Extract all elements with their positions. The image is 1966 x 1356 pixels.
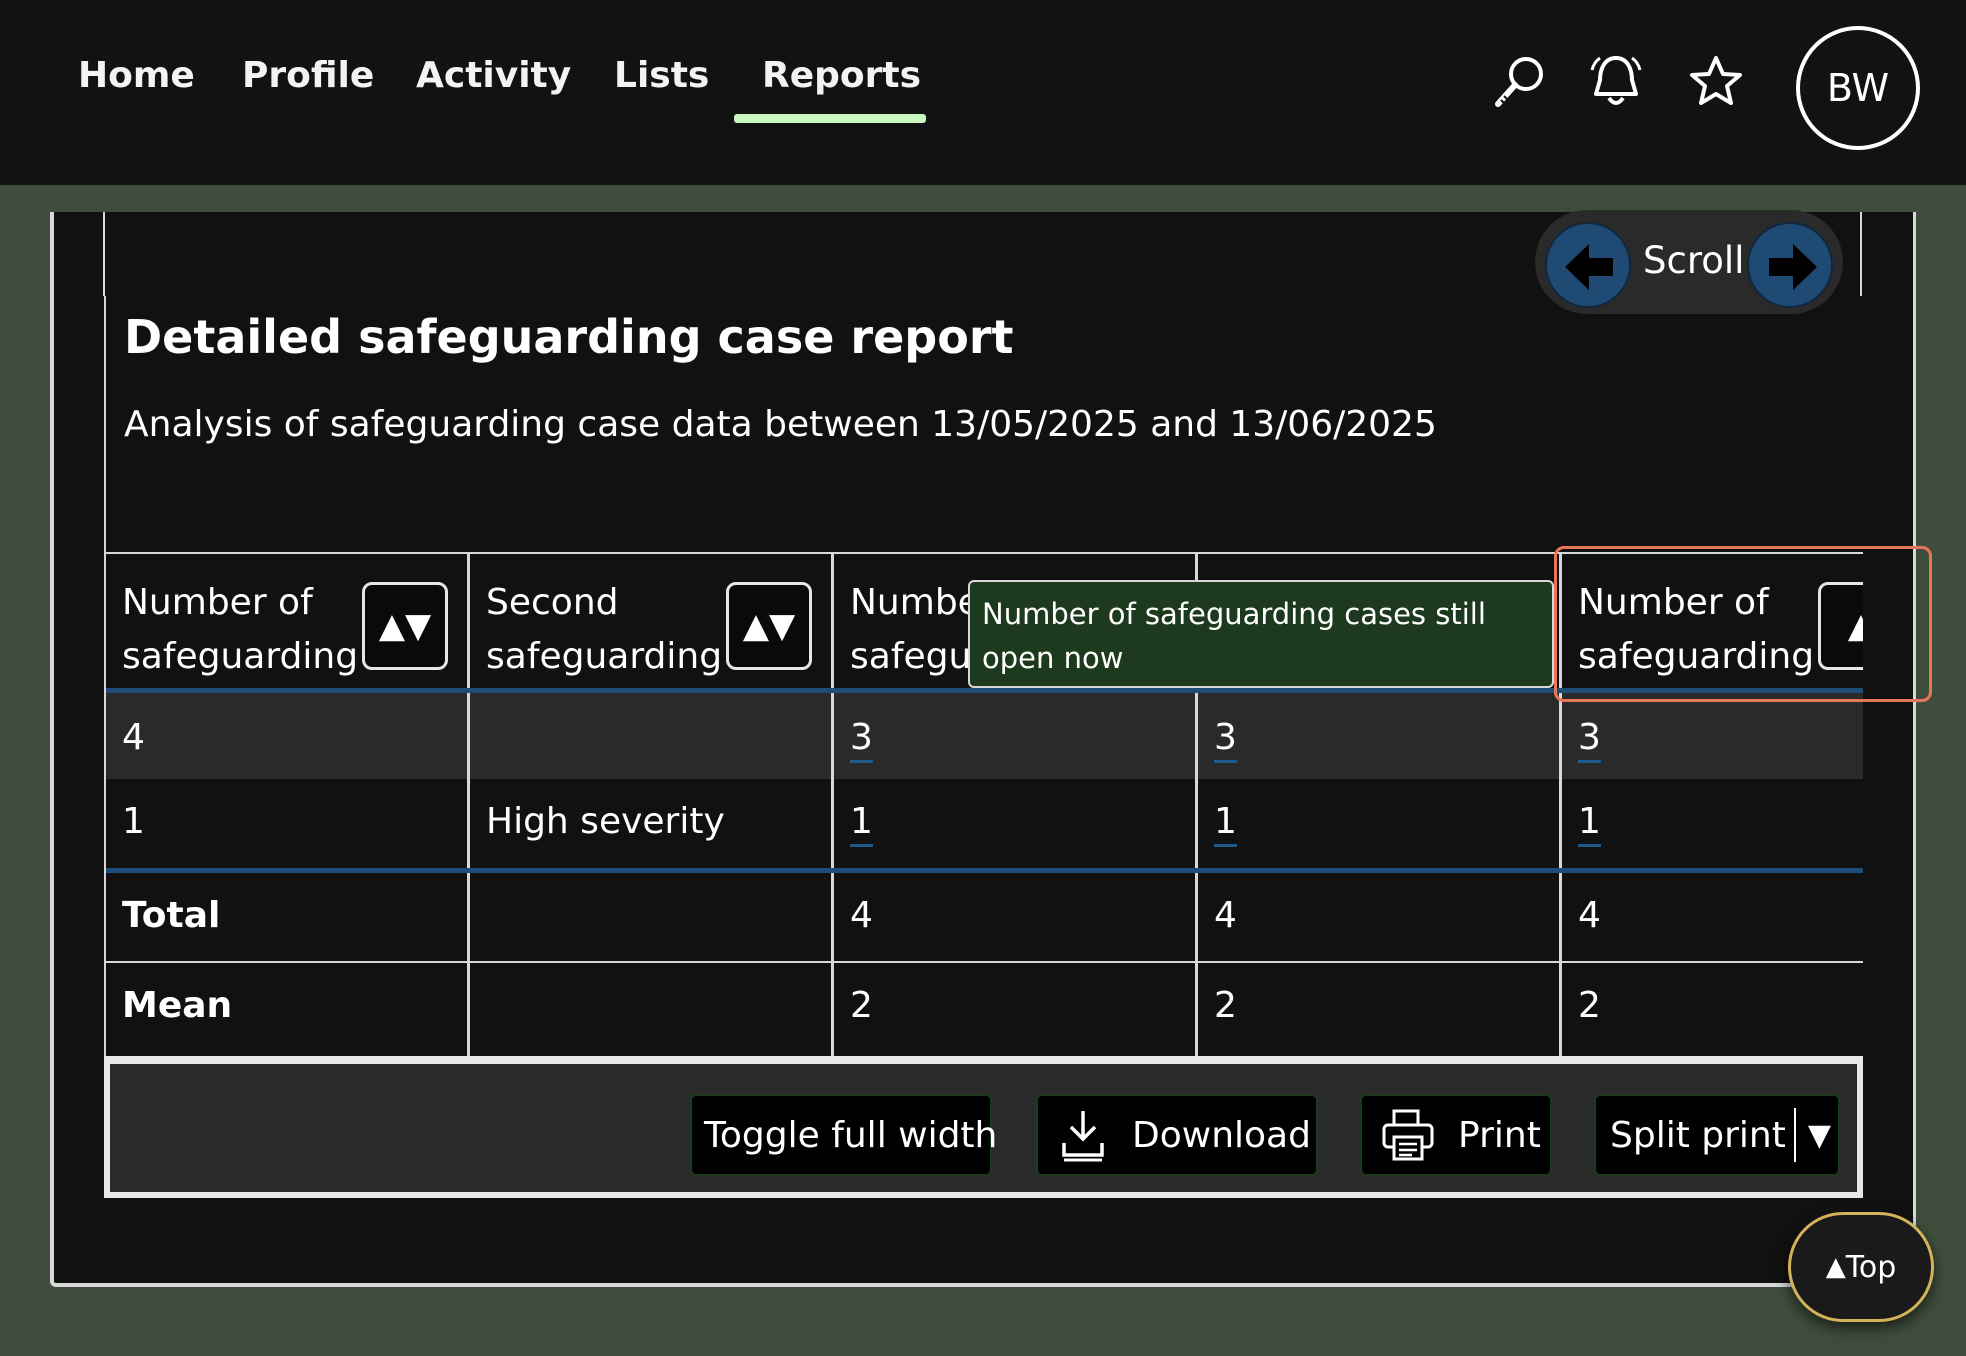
download-button[interactable]: Download <box>1036 1094 1318 1176</box>
table-cell: 4 <box>106 693 470 779</box>
scroll-left-button[interactable] <box>1545 222 1631 308</box>
nav-lists[interactable]: Lists <box>614 55 709 96</box>
table-cell <box>470 873 834 961</box>
print-button[interactable]: Print <box>1360 1094 1552 1176</box>
split-print-button[interactable]: Split print ▼ <box>1594 1094 1840 1176</box>
bell-icon[interactable] <box>1586 52 1646 112</box>
arrow-up-icon: ▲ <box>1825 1252 1846 1282</box>
table-cell-link[interactable]: 1 <box>1198 779 1562 869</box>
table-cell: 2 <box>1578 985 1601 1026</box>
user-avatar[interactable]: BW <box>1796 26 1920 150</box>
nav-home[interactable]: Home <box>78 55 195 96</box>
top-navigation-bar: Home Profile Activity Lists Reports BW <box>0 0 1966 185</box>
table-cell-link[interactable]: 3 <box>1198 693 1562 779</box>
table-cell-link[interactable]: 3 <box>834 693 1198 779</box>
table-cell: 4 <box>1578 895 1601 936</box>
table-cell: 2 <box>834 963 1198 1056</box>
column-tooltip: Number of safeguarding cases still open … <box>968 580 1554 688</box>
scroll-label: Scroll <box>1643 239 1745 282</box>
sort-arrows-icon: ▲▼ <box>742 606 796 646</box>
toggle-full-width-label: Toggle full width <box>704 1114 998 1156</box>
column-header[interactable]: Second safeguarding ▲▼ <box>470 552 834 692</box>
table-cell: 1 <box>106 779 470 869</box>
table-cell: 4 <box>834 873 1198 961</box>
back-to-top-button[interactable]: ▲ Top <box>1788 1212 1934 1322</box>
download-icon <box>1062 1111 1104 1162</box>
print-label: Print <box>1458 1114 1541 1156</box>
table-row: 1 High severity 1 1 1 <box>106 779 1863 869</box>
split-print-label: Split print <box>1610 1114 1786 1156</box>
summary-row-mean: Mean 2 2 2 <box>106 963 1863 1056</box>
split-divider <box>1793 1108 1796 1162</box>
back-to-top-label: Top <box>1845 1249 1897 1285</box>
printer-icon <box>1382 1109 1434 1161</box>
report-subtitle: Analysis of safeguarding case data betwe… <box>124 404 1437 445</box>
table-cell: High severity <box>470 779 834 869</box>
download-label: Download <box>1132 1114 1311 1156</box>
table-cell <box>470 963 834 1056</box>
search-icon[interactable] <box>1490 52 1550 112</box>
summary-label: Mean <box>106 963 470 1056</box>
table-cell-link[interactable]: 1 <box>834 779 1198 869</box>
table-cell-link[interactable]: 3 <box>1562 693 1863 779</box>
chevron-down-icon[interactable]: ▼ <box>1808 1118 1831 1153</box>
column-header-label: Number of safeguarding <box>122 582 359 677</box>
summary-row-total: Total 4 4 4 <box>106 873 1863 961</box>
sort-button[interactable]: ▲▼ <box>726 582 812 670</box>
arrow-left-icon <box>1565 244 1613 290</box>
table-row: 4 3 3 3 <box>106 693 1863 779</box>
toggle-full-width-button[interactable]: Toggle full width <box>690 1094 997 1176</box>
nav-activity[interactable]: Activity <box>416 55 571 96</box>
table-cell-link[interactable]: 1 <box>1562 779 1863 869</box>
nav-profile[interactable]: Profile <box>242 55 374 96</box>
scroll-right-button[interactable] <box>1747 222 1833 308</box>
table-cell <box>470 693 834 779</box>
sort-button[interactable]: ▲▼ <box>362 582 448 670</box>
nav-reports[interactable]: Reports <box>762 55 921 96</box>
column-header[interactable]: Number of safeguarding ▲▼ <box>106 552 470 692</box>
arrow-right-icon <box>1769 244 1817 290</box>
column-header-label: Numbe safegu <box>850 582 970 677</box>
report-title: Detailed safeguarding case report <box>124 310 1014 364</box>
table-cell: 2 <box>1198 963 1562 1056</box>
active-tab-indicator <box>734 114 926 123</box>
frame-divider <box>103 212 105 296</box>
focus-highlight <box>1554 546 1932 702</box>
column-header-label: Second safeguarding <box>486 582 723 677</box>
table-cell: 4 <box>1198 873 1562 961</box>
summary-label: Total <box>106 873 470 961</box>
frame-divider <box>1860 212 1862 296</box>
star-icon[interactable] <box>1686 52 1746 112</box>
sort-arrows-icon: ▲▼ <box>378 606 432 646</box>
